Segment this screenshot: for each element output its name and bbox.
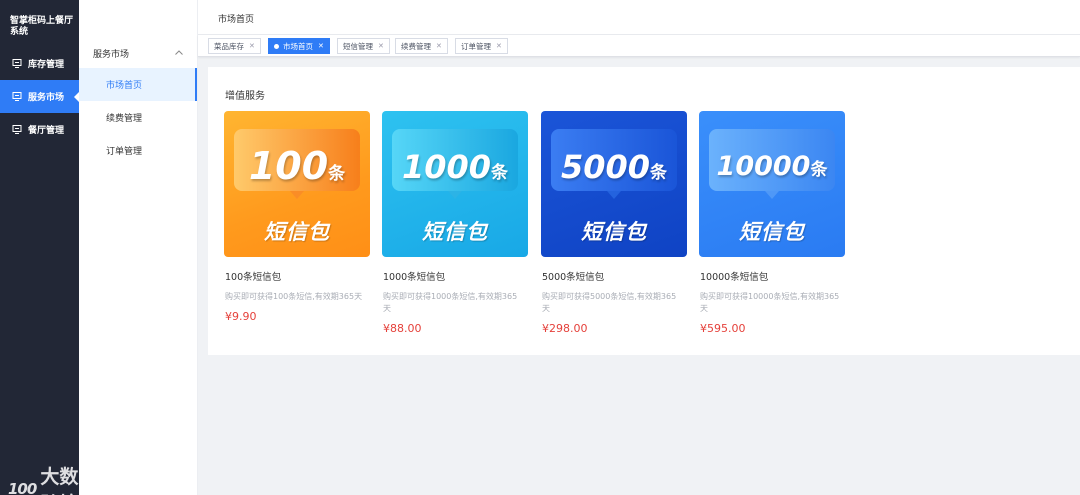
subnav-item-renewal[interactable]: 续费管理 <box>79 101 197 134</box>
top-header: 市场首页 <box>198 0 1080 35</box>
restaurant-icon <box>12 125 22 134</box>
subnav-group-header[interactable]: 服务市场 <box>79 38 197 68</box>
tag-dishes-inventory[interactable]: 菜品库存 ✕ <box>208 38 261 54</box>
product-banner[interactable]: 1000条 短信包 <box>382 111 528 257</box>
tag-label: 续费管理 <box>401 41 431 51</box>
section-title: 增值服务 <box>225 91 265 102</box>
product-banner[interactable]: 100条 短信包 <box>224 111 370 257</box>
banner-count-text: 100条 <box>248 144 346 188</box>
product-card[interactable]: 10000条 短信包 10000条短信包 购买即可获得10000条短信,有效期3… <box>699 111 845 335</box>
app-title: 智掌柜码上餐厅系统 <box>10 16 74 37</box>
product-description: 购买即可获得10000条短信,有效期365天 <box>700 292 840 313</box>
chevron-up-icon <box>175 48 183 58</box>
product-name[interactable]: 10000条短信包 <box>699 269 845 283</box>
product-name[interactable]: 100条短信包 <box>224 269 370 283</box>
product-price: ¥88.00 <box>383 322 422 335</box>
speech-tail <box>290 191 304 199</box>
banner-count-text: 10000条 <box>716 151 828 182</box>
product-card[interactable]: 100条 短信包 100条短信包 购买即可获得100条短信,有效期365天 ¥9… <box>224 111 370 323</box>
tag-label: 订单管理 <box>461 41 491 51</box>
product-name[interactable]: 1000条短信包 <box>382 269 528 283</box>
breadcrumb[interactable]: 市场首页 <box>218 12 254 25</box>
close-icon[interactable]: ✕ <box>496 42 502 50</box>
sidebar-item-market[interactable]: 服务市场 <box>0 80 80 113</box>
speech-tail <box>765 191 779 199</box>
banner-count-text: 1000条 <box>401 148 509 186</box>
tag-order-management[interactable]: 订单管理 ✕ <box>455 38 508 54</box>
close-icon[interactable]: ✕ <box>436 42 442 50</box>
sidebar-item-label: 餐厅管理 <box>28 126 65 136</box>
sidebar-item-restaurant[interactable]: 餐厅管理 <box>0 113 79 146</box>
tag-sms-management[interactable]: 短信管理 ✕ <box>337 38 390 54</box>
product-description: 购买即可获得100条短信,有效期365天 <box>225 292 363 301</box>
sidebar-item-label: 服务市场 <box>28 93 65 103</box>
tags-view: 菜品库存 ✕ 市场首页 ✕ 短信管理 ✕ 续费管理 ✕ 订单管理 ✕ <box>198 35 1080 57</box>
watermark-logo: 100 <box>8 480 37 495</box>
watermark-text: 大数跨境 <box>40 466 79 495</box>
product-card[interactable]: 5000条 短信包 5000条短信包 购买即可获得5000条短信,有效期365天… <box>541 111 687 335</box>
product-price: ¥595.00 <box>700 322 746 335</box>
value-added-services-panel: 增值服务 100条 短信包 100条短信包 购买即可获得100条短信,有效期36… <box>208 67 1080 355</box>
product-description: 购买即可获得1000条短信,有效期365天 <box>383 292 518 313</box>
sub-sidebar: 服务市场 市场首页 续费管理 订单管理 <box>79 0 198 495</box>
banner-count-text: 5000条 <box>560 148 668 186</box>
product-card[interactable]: 1000条 短信包 1000条短信包 购买即可获得1000条短信,有效期365天… <box>382 111 528 335</box>
subnav-group-label: 服务市场 <box>93 49 130 60</box>
inventory-icon <box>12 59 22 68</box>
tag-market-home[interactable]: 市场首页 ✕ <box>268 38 330 54</box>
tag-label: 市场首页 <box>283 41 313 51</box>
close-icon[interactable]: ✕ <box>318 42 324 50</box>
product-banner[interactable]: 10000条 短信包 <box>699 111 845 257</box>
product-price: ¥298.00 <box>542 322 588 335</box>
main-sidebar: 智掌柜码上餐厅系统 库存管理 服务市场 餐厅管理 100 大数跨境 <box>0 0 80 495</box>
banner-package-text: 短信包 <box>264 220 330 244</box>
sidebar-item-inventory[interactable]: 库存管理 <box>0 47 79 80</box>
market-icon <box>12 92 22 101</box>
tag-renewal-management[interactable]: 续费管理 ✕ <box>395 38 448 54</box>
subnav-item-market-home[interactable]: 市场首页 <box>79 68 197 101</box>
banner-package-text: 短信包 <box>581 220 647 244</box>
close-icon[interactable]: ✕ <box>249 42 255 50</box>
active-dot-icon <box>274 43 279 49</box>
speech-tail <box>607 191 621 199</box>
close-icon[interactable]: ✕ <box>378 42 384 50</box>
banner-package-text: 短信包 <box>739 220 805 244</box>
watermark: 100 大数跨境 <box>8 462 79 495</box>
product-price: ¥9.90 <box>225 310 257 323</box>
tag-label: 短信管理 <box>343 41 373 51</box>
product-description: 购买即可获得5000条短信,有效期365天 <box>542 292 677 313</box>
tag-label: 菜品库存 <box>214 41 244 51</box>
subnav-item-orders[interactable]: 订单管理 <box>79 134 197 167</box>
sidebar-item-label: 库存管理 <box>28 60 65 70</box>
product-name[interactable]: 5000条短信包 <box>541 269 687 283</box>
speech-tail <box>448 191 462 199</box>
product-banner[interactable]: 5000条 短信包 <box>541 111 687 257</box>
banner-package-text: 短信包 <box>422 220 488 244</box>
